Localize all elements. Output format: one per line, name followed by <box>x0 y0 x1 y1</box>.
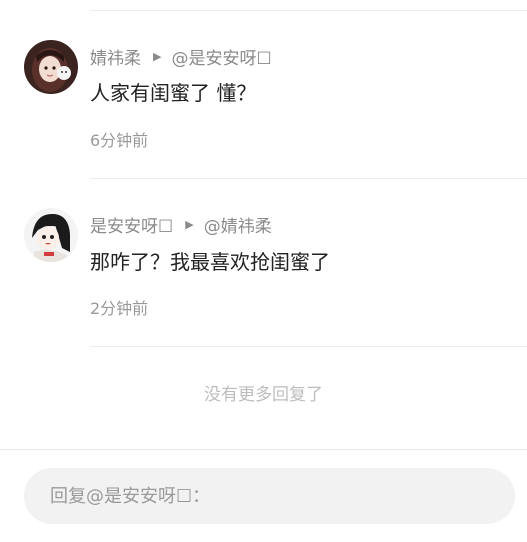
avatar-girl-icon <box>24 40 78 94</box>
reply-target[interactable]: @是安安呀☐ <box>171 44 271 69</box>
no-more-replies-label: 没有更多回复了 <box>204 385 323 405</box>
comment-text: 人家有闺蜜了 懂？ <box>90 81 257 105</box>
reply-arrow-icon: ▶ <box>153 49 162 63</box>
divider-top <box>90 10 527 11</box>
divider <box>90 346 527 347</box>
comment-meta: 婧祎柔 ▶ @是安安呀☐ <box>90 44 272 69</box>
author-name[interactable]: 婧祎柔 <box>90 44 141 69</box>
avatar-anime-icon <box>24 208 78 262</box>
author-name[interactable]: 是安安呀☐ <box>90 212 173 237</box>
divider <box>90 178 527 179</box>
reply-input[interactable] <box>48 484 491 508</box>
comment-text: 那咋了？我最喜欢抢闺蜜了 <box>90 250 330 274</box>
avatar[interactable] <box>24 208 78 262</box>
reply-arrow-icon: ▶ <box>185 217 194 231</box>
comment-time: 2分钟前 <box>90 299 149 318</box>
comment-time: 6分钟前 <box>90 131 149 150</box>
comment-meta: 是安安呀☐ ▶ @婧祎柔 <box>90 212 272 237</box>
avatar[interactable] <box>24 40 78 94</box>
footer-divider <box>0 449 527 450</box>
reply-box[interactable] <box>24 468 515 524</box>
reply-target[interactable]: @婧祎柔 <box>204 212 272 237</box>
